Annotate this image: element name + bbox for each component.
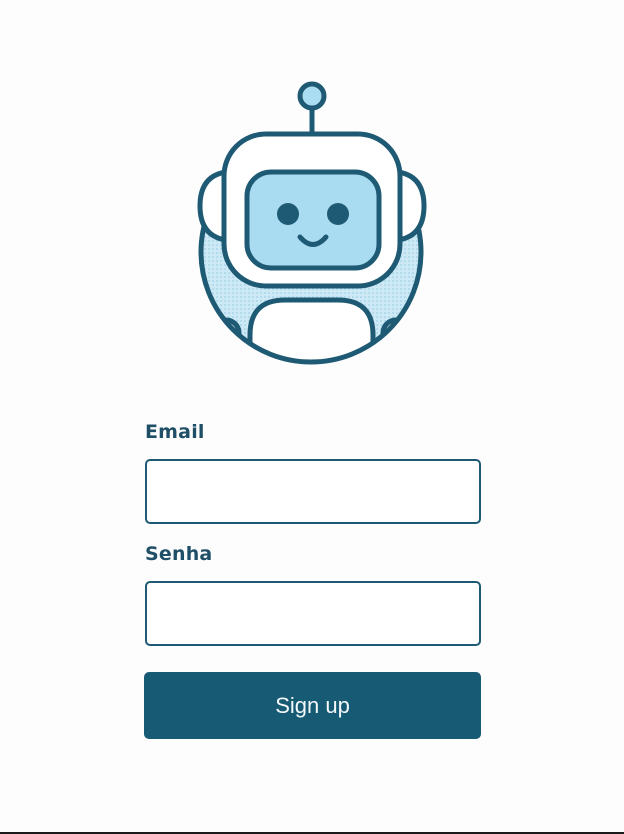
password-label: Senha (145, 543, 213, 565)
signup-button[interactable]: Sign up (144, 672, 481, 739)
robot-icon (197, 81, 427, 365)
email-label: Email (145, 421, 205, 443)
email-input[interactable] (145, 459, 481, 524)
password-input[interactable] (145, 581, 481, 646)
signup-page: Email Senha Sign up (0, 0, 624, 834)
